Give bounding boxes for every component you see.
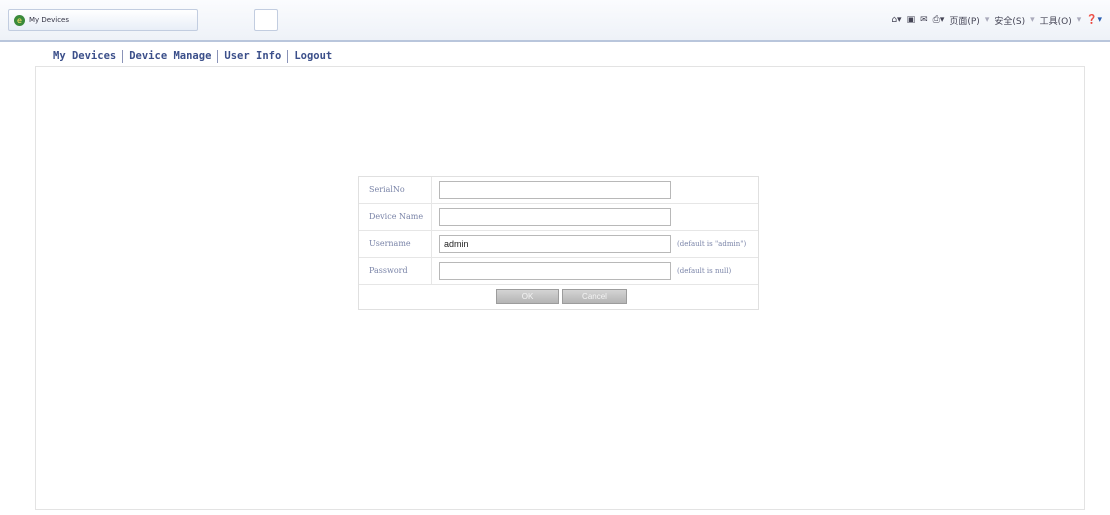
- print-icon[interactable]: ⎙▾: [933, 15, 945, 25]
- nav-divider: [217, 49, 219, 63]
- row-divider: [431, 231, 432, 258]
- cancel-button[interactable]: Cancel: [562, 289, 627, 304]
- username-label: Username: [369, 239, 411, 248]
- nav-divider: [287, 49, 289, 63]
- row-divider: [431, 204, 432, 231]
- mail-icon[interactable]: ✉: [920, 15, 928, 25]
- username-hint: (default is "admin"): [677, 240, 747, 248]
- username-input[interactable]: [439, 235, 671, 253]
- command-bar: ⌂▾ ▣ ✉ ⎙▾ 页面(P) ▾ 安全(S) ▾ 工具(O) ▾ ❓▾: [891, 12, 1102, 28]
- form-row-device-name: Device Name: [359, 204, 758, 231]
- row-divider: [431, 177, 432, 204]
- form-row-username: Username (default is "admin"): [359, 231, 758, 258]
- tools-menu[interactable]: 工具(O): [1040, 14, 1072, 27]
- password-input[interactable]: [439, 262, 671, 280]
- chevron-down-icon: ▾: [1076, 15, 1082, 25]
- new-tab-button[interactable]: [254, 9, 278, 31]
- nav-logout[interactable]: Logout: [294, 50, 332, 62]
- serial-input[interactable]: [439, 181, 671, 199]
- form-buttons: OK Cancel: [359, 286, 758, 308]
- nav-device-manage[interactable]: Device Manage: [129, 50, 211, 62]
- safety-menu[interactable]: 安全(S): [994, 14, 1025, 27]
- device-name-label: Device Name: [369, 212, 424, 221]
- form-row-serial: SerialNo: [359, 177, 758, 204]
- ok-button[interactable]: OK: [496, 289, 559, 304]
- nav-my-devices[interactable]: My Devices: [53, 50, 116, 62]
- form-row-password: Password (default is null): [359, 258, 758, 285]
- page-menu[interactable]: 页面(P): [949, 14, 979, 27]
- help-icon[interactable]: ❓▾: [1086, 15, 1102, 25]
- top-nav: My Devices Device Manage User Info Logou…: [53, 49, 332, 63]
- serial-label: SerialNo: [369, 185, 405, 194]
- browser-toolbar: e My Devices ⌂▾ ▣ ✉ ⎙▾ 页面(P) ▾ 安全(S) ▾ 工…: [0, 0, 1110, 42]
- browser-tab[interactable]: e My Devices: [8, 9, 198, 31]
- row-divider: [431, 258, 432, 285]
- password-hint: (default is null): [677, 267, 732, 275]
- chevron-down-icon: ▾: [984, 15, 990, 25]
- add-device-form: SerialNo Device Name Username (default i…: [358, 176, 759, 310]
- nav-user-info[interactable]: User Info: [224, 50, 281, 62]
- password-label: Password: [369, 266, 408, 275]
- feeds-icon[interactable]: ▣: [907, 15, 916, 25]
- chevron-down-icon: ▾: [1030, 15, 1035, 25]
- ie-icon: e: [14, 15, 25, 26]
- tab-title: My Devices: [29, 16, 69, 24]
- home-icon[interactable]: ⌂▾: [891, 15, 901, 25]
- nav-divider: [122, 49, 124, 63]
- device-name-input[interactable]: [439, 208, 671, 226]
